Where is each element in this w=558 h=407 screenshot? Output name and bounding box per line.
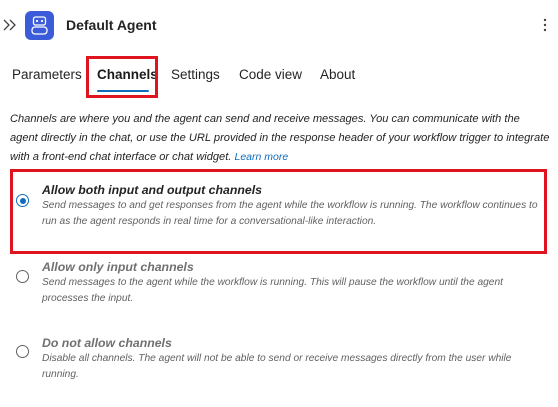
double-chevron-right-icon[interactable] <box>3 16 17 34</box>
tab-settings[interactable]: Settings <box>171 67 220 82</box>
agent-avatar <box>25 11 54 40</box>
option-highlight-box <box>10 169 547 254</box>
tab-code-view[interactable]: Code view <box>239 67 302 82</box>
option-title: Do not allow channels <box>42 336 172 350</box>
page-title: Default Agent <box>66 17 157 33</box>
learn-more-link[interactable]: Learn more <box>234 151 288 163</box>
option-title: Allow only input channels <box>42 260 194 274</box>
tab-about[interactable]: About <box>320 67 355 82</box>
more-vertical-icon[interactable] <box>542 16 548 34</box>
channels-description: Channels are where you and the agent can… <box>10 110 550 167</box>
option-description: Send messages to the agent while the wor… <box>42 277 503 304</box>
tab-parameters[interactable]: Parameters <box>12 67 82 82</box>
radio-do-not-allow[interactable] <box>16 345 29 358</box>
option-description: Disable all channels. The agent will not… <box>42 353 512 380</box>
panel-header: Default Agent <box>0 0 558 52</box>
radio-allow-input-only[interactable] <box>16 270 29 283</box>
robot-icon <box>31 16 48 35</box>
tab-highlight-box <box>86 56 158 98</box>
tab-list: Parameters Channels Settings Code view A… <box>0 62 558 92</box>
